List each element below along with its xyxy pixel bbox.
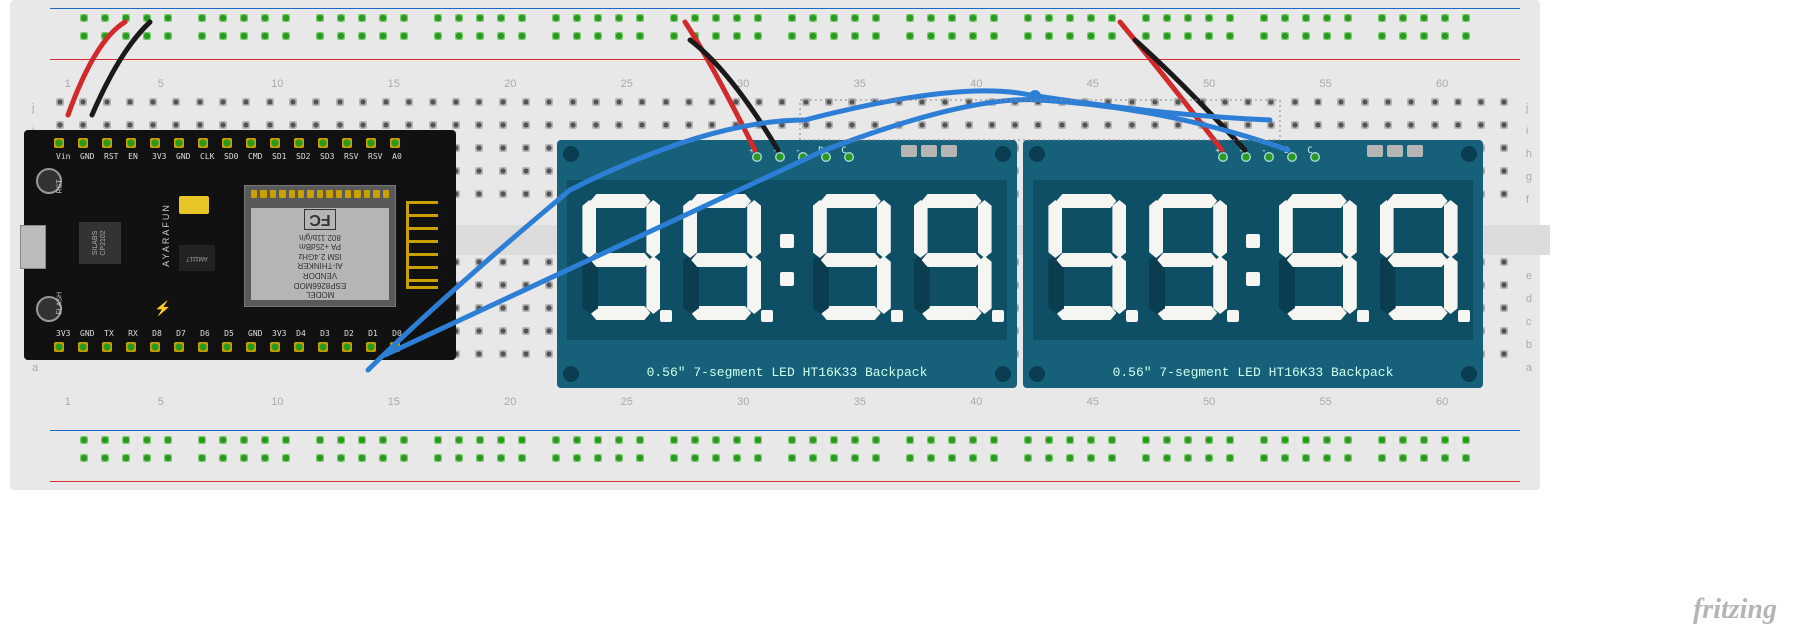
fritzing-watermark: fritzing <box>1693 594 1777 626</box>
backpack1-pin-labels: +--DC <box>747 148 849 158</box>
power-rail-bottom <box>50 436 1520 476</box>
brand-logo-icon: ⚡ <box>154 300 171 317</box>
power-rail-top <box>50 14 1520 54</box>
capacitor <box>179 196 209 214</box>
nodemcu-board: VinGNDRSTEN3V3GNDCLKSD0CMDSD1SD2SD3RSVRS… <box>24 130 456 360</box>
seven-segment-backpack-1: +--DC 0.56" 7-segment LED HT16K33 Backpa… <box>557 140 1017 388</box>
backpack1-label: 0.56" 7-segment LED HT16K33 Backpack <box>557 365 1017 380</box>
rst-label: RST <box>57 180 64 194</box>
row-labels-upper-right: jihgf <box>1526 102 1532 206</box>
column-labels-top: 151015202530354045505560 <box>56 78 1524 90</box>
esp-shield: MODELESP8266MODVENDORAI-THINKERISM 2.4GH… <box>251 208 389 300</box>
flash-label: FLASH <box>57 292 64 315</box>
seven-segment-display-2 <box>1033 180 1473 340</box>
usb-serial-chip: SILABS CP2102 <box>79 222 121 264</box>
esp8266-module: MODELESP8266MODVENDORAI-THINKERISM 2.4GH… <box>244 185 396 307</box>
seven-segment-backpack-2: +--DC 0.56" 7-segment LED HT16K33 Backpa… <box>1023 140 1483 388</box>
backpack2-pin-labels: +--DC <box>1213 148 1315 158</box>
address-jumpers <box>901 145 957 157</box>
nodemcu-pin-labels-top: VinGNDRSTEN3V3GNDCLKSD0CMDSD1SD2SD3RSVRS… <box>56 152 402 161</box>
seven-segment-display-1 <box>567 180 1007 340</box>
pcb-antenna <box>400 195 444 295</box>
nodemcu-pins-top <box>54 138 400 148</box>
usb-port <box>20 225 46 269</box>
column-labels-bottom: 151015202530354045505560 <box>56 396 1524 408</box>
fritzing-diagram: 151015202530354045505560 151015202530354… <box>0 0 1797 636</box>
nodemcu-pins-bottom <box>54 342 400 352</box>
address-jumpers <box>1367 145 1423 157</box>
brand-text: AYARAFUN <box>161 203 171 267</box>
row-labels-lower-right: edcba <box>1526 270 1532 374</box>
backpack2-label: 0.56" 7-segment LED HT16K33 Backpack <box>1023 365 1483 380</box>
regulator-chip: AM1117 <box>179 245 215 271</box>
nodemcu-pin-labels-bottom: 3V3GNDTXRXD8D7D6D5GND3V3D4D3D2D1D0 <box>56 329 402 338</box>
